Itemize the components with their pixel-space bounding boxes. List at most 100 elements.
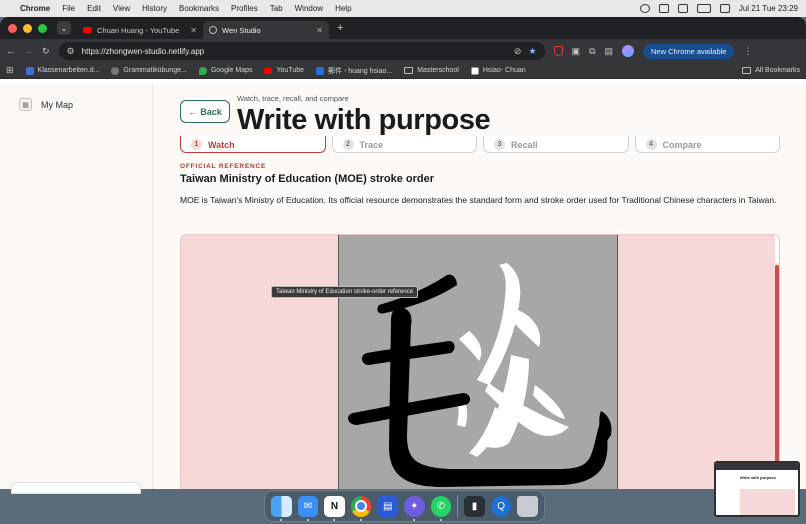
dock-chrome-icon[interactable]: [350, 495, 372, 521]
side-panel-icon[interactable]: ▤: [605, 46, 614, 57]
new-tab-icon[interactable]: +: [337, 22, 343, 34]
tab-search-icon[interactable]: ⌄: [57, 21, 71, 35]
step-number: 4: [645, 139, 657, 150]
tab-trace[interactable]: 2 Trace: [331, 136, 477, 153]
page-content: ▦ My Map ← Back Watch, trace, recall, an…: [0, 84, 806, 494]
site-settings-icon[interactable]: ⚙: [67, 46, 75, 57]
status-area: Jul 21 Tue 23:29: [639, 4, 798, 13]
profile-avatar[interactable]: [622, 45, 635, 57]
sidebar-item-my-map[interactable]: ▦ My Map: [19, 98, 73, 111]
close-tab-icon[interactable]: ✕: [190, 26, 197, 35]
tab-wen-studio[interactable]: Wen Studio ✕: [203, 21, 329, 39]
dock-whatsapp-icon[interactable]: ✆: [430, 495, 452, 521]
puzzle-icon[interactable]: ⧉: [589, 46, 595, 57]
sidebar-bottom-card[interactable]: [11, 482, 141, 494]
scrollbar-thumb[interactable]: [775, 265, 779, 489]
bookmark-label: YouTube: [276, 67, 304, 74]
step-label: Trace: [359, 140, 384, 150]
browser-toolbar: ← → ↻ ⚙ https://zhongwen-studio.netlify.…: [0, 39, 806, 63]
menu-profiles[interactable]: Profiles: [231, 4, 258, 13]
dock-trash-icon[interactable]: [517, 495, 539, 517]
thumbnail-title: Write with purpose: [740, 475, 776, 480]
eye-off-icon[interactable]: ⊘: [514, 46, 522, 57]
menu-bar: Chrome File Edit View History Bookmarks …: [0, 0, 806, 17]
tab-youtube[interactable]: Chuan Huang - YouTube ✕: [77, 21, 203, 39]
back-arrow-icon[interactable]: ←: [6, 46, 15, 56]
battery-icon[interactable]: [696, 4, 711, 13]
official-reference-label: OFFICIAL REFERENCE: [180, 163, 267, 170]
extension-icon[interactable]: ▣: [572, 46, 581, 57]
close-tab-icon[interactable]: ✕: [316, 26, 323, 35]
all-bookmarks[interactable]: All Bookmarks: [742, 67, 800, 74]
menu-help[interactable]: Help: [335, 4, 351, 13]
page-title: Write with purpose: [237, 104, 491, 136]
forward-arrow-icon[interactable]: →: [24, 46, 33, 56]
status-icon-2[interactable]: [658, 4, 669, 13]
wordpress-icon: [111, 66, 120, 75]
menu-history[interactable]: History: [142, 4, 167, 13]
back-button[interactable]: ← Back: [180, 100, 230, 123]
mail-icon: [316, 66, 324, 75]
tab-title: Chuan Huang - YouTube: [97, 25, 180, 35]
tab-bar: ⌄ Chuan Huang - YouTube ✕ Wen Studio ✕ +: [0, 17, 806, 39]
zoom-window-button[interactable]: [38, 23, 47, 33]
step-number: 1: [191, 139, 202, 150]
apps-grid-icon[interactable]: ⊞: [6, 65, 14, 76]
dock-mail-icon[interactable]: ✉: [297, 495, 319, 521]
minimize-window-button[interactable]: [23, 23, 32, 33]
new-chrome-available-button[interactable]: New Chrome available: [643, 43, 735, 59]
bookmark-favicon: [25, 66, 34, 75]
bookmark-hsiao-chuan[interactable]: Hsiao- Chuan: [470, 66, 526, 75]
dock-notion-icon[interactable]: N: [324, 495, 345, 521]
bookmark-google-maps[interactable]: Google Maps: [198, 66, 252, 75]
dock-app-icon[interactable]: ▮: [464, 495, 485, 517]
running-indicator: [306, 518, 309, 521]
dock-finder-icon[interactable]: [270, 495, 292, 521]
bookmark-youtube[interactable]: YouTube: [264, 67, 304, 74]
menu-window[interactable]: Window: [295, 4, 323, 13]
menu-bookmarks[interactable]: Bookmarks: [179, 4, 219, 13]
menu-app-name[interactable]: Chrome: [20, 4, 50, 13]
tab-compare[interactable]: 4 Compare: [634, 136, 780, 153]
step-label: Watch: [208, 140, 235, 150]
tab-recall[interactable]: 3 Recall: [483, 136, 629, 153]
step-label: Compare: [662, 140, 702, 150]
bookmark-masterschool[interactable]: Masterschool: [404, 67, 459, 74]
dock-docs-icon[interactable]: ▤: [377, 495, 399, 517]
tab-watch[interactable]: 1 Watch: [180, 136, 326, 153]
address-bar[interactable]: ⚙ https://zhongwen-studio.netlify.app ⊘ …: [58, 42, 545, 60]
dock-quicktime-icon[interactable]: Q: [490, 495, 512, 517]
bookmarks-bar: ⊞ Klassenarbeiten.d... Grammatikübunge..…: [0, 63, 806, 79]
bookmark-label: Masterschool: [417, 67, 459, 74]
bookmark-klassenarbeiten[interactable]: Klassenarbeiten.d...: [25, 66, 99, 75]
notion-status-icon[interactable]: [677, 4, 688, 13]
tab-title: Wen Studio: [222, 25, 261, 35]
menu-edit[interactable]: Edit: [87, 4, 101, 13]
more-menu-icon[interactable]: ⋮: [743, 46, 752, 57]
bookmark-star-icon[interactable]: ★: [528, 46, 536, 57]
bookmark-mail[interactable]: 郵件 - huang hsiao...: [316, 66, 392, 76]
notion-icon: [470, 66, 479, 75]
menu-tab[interactable]: Tab: [270, 4, 283, 13]
folder-icon: [404, 67, 414, 74]
running-indicator: [360, 518, 363, 521]
window-thumbnail[interactable]: Write with purpose: [714, 461, 800, 517]
step-label: Recall: [511, 140, 538, 150]
menu-view[interactable]: View: [113, 4, 130, 13]
bookmark-label: All Bookmarks: [755, 67, 800, 74]
status-icon-1[interactable]: [639, 4, 650, 13]
dock-separator: [457, 495, 459, 517]
bookmark-grammatik[interactable]: Grammatikübunge...: [111, 66, 187, 75]
sidebar: ▦ My Map: [0, 84, 153, 494]
maps-pin-icon: [198, 66, 207, 75]
shield-extension-icon[interactable]: [553, 46, 563, 56]
reload-icon[interactable]: ↻: [42, 46, 50, 57]
control-center-icon[interactable]: [719, 4, 730, 13]
running-indicator: [413, 518, 416, 521]
clock[interactable]: Jul 21 Tue 23:29: [739, 4, 798, 13]
close-window-button[interactable]: [8, 23, 17, 33]
url-text[interactable]: https://zhongwen-studio.netlify.app: [82, 47, 507, 56]
stroke-order-frame[interactable]: [338, 235, 618, 489]
dock-messenger-icon[interactable]: ✦: [404, 495, 425, 521]
menu-file[interactable]: File: [62, 4, 75, 13]
